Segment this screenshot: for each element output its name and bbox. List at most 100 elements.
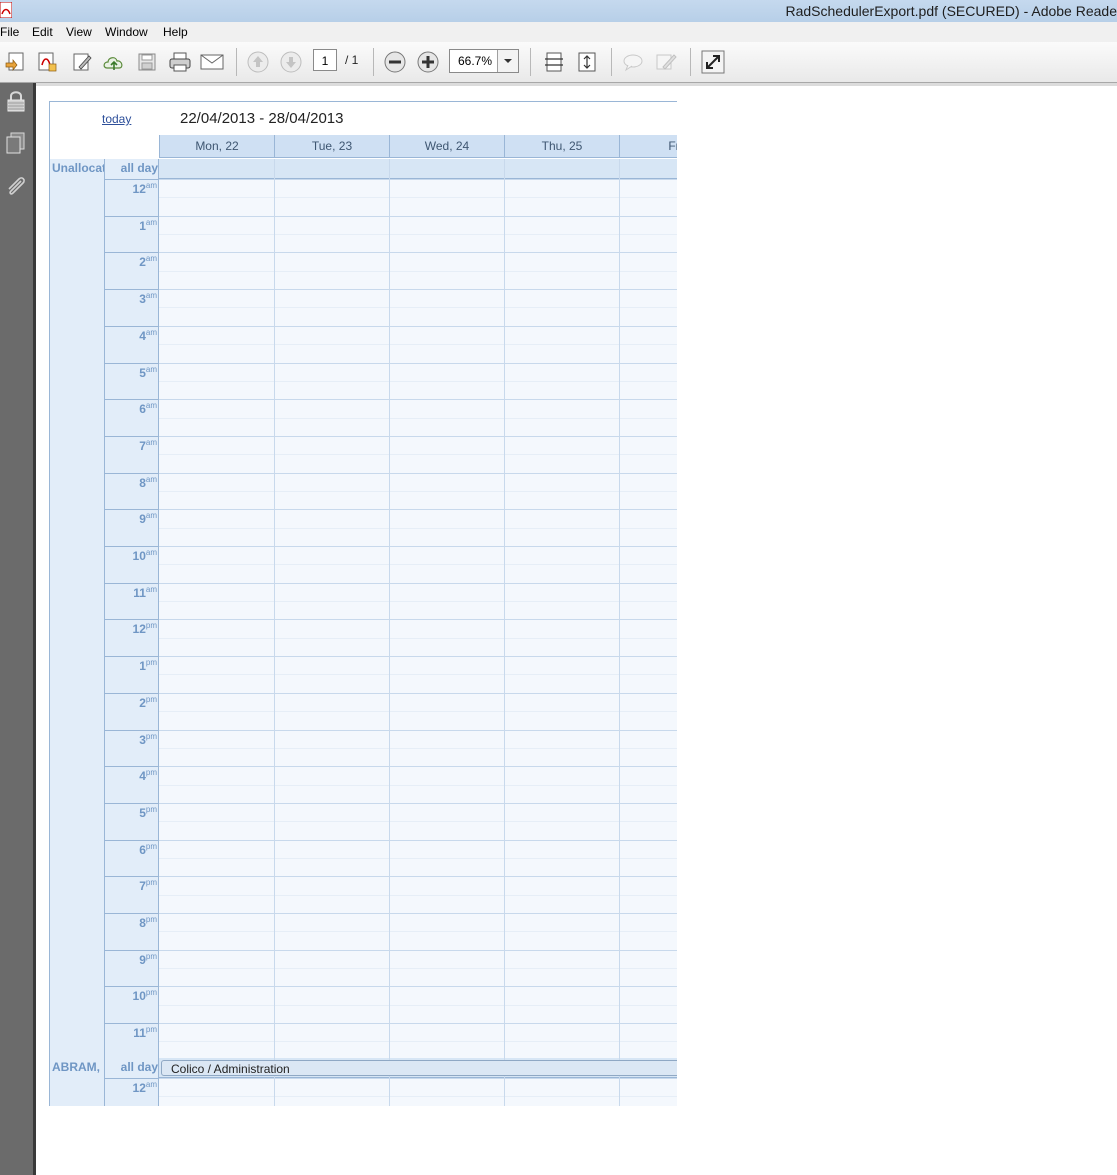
- day-header: Tue, 23: [274, 135, 389, 158]
- hour-divider: [105, 1078, 159, 1079]
- export-pdf-icon[interactable]: [35, 50, 59, 74]
- hour-divider: [105, 619, 159, 621]
- sign-icon[interactable]: [654, 50, 678, 74]
- resource-label: ABRAM, I: [52, 1060, 104, 1074]
- attachment-icon[interactable]: [4, 175, 28, 199]
- edit-icon[interactable]: [70, 50, 94, 74]
- hour-line: [159, 876, 677, 878]
- adobe-reader-icon: [0, 2, 12, 18]
- pages-icon[interactable]: [4, 131, 28, 155]
- hour-period: am: [145, 254, 157, 264]
- hour-divider: [105, 839, 159, 841]
- hour-label: 11am: [133, 584, 157, 600]
- menu-bar: File Edit View Window Help: [0, 22, 1117, 42]
- hour-label: 9pm: [139, 951, 157, 967]
- resource-column: [50, 159, 105, 1062]
- fit-page-icon[interactable]: [542, 50, 566, 74]
- half-hour-line: [159, 1041, 677, 1043]
- hour-line: [159, 839, 677, 841]
- toolbar-separator: [373, 48, 374, 76]
- hour-divider: [105, 472, 159, 474]
- document-top-border: [36, 83, 1117, 86]
- upload-icon[interactable]: [102, 50, 126, 74]
- zoom-in-icon[interactable]: [416, 50, 440, 74]
- menu-file[interactable]: File: [0, 25, 19, 39]
- hour-label: 8am: [139, 474, 157, 490]
- email-icon[interactable]: [200, 50, 224, 74]
- hour-label: 4pm: [139, 768, 157, 784]
- hour-divider: [105, 362, 159, 364]
- hour-divider: [105, 399, 159, 401]
- hour-label: 12am: [132, 1080, 157, 1095]
- hour-divider: [105, 509, 159, 511]
- hour-line: [159, 472, 677, 474]
- half-hour-line: [159, 490, 677, 492]
- zoom-dropdown-button[interactable]: [497, 50, 518, 72]
- half-hour-line: [159, 637, 677, 639]
- half-hour-line: [159, 307, 677, 309]
- hour-label: 5pm: [139, 804, 157, 820]
- next-page-icon[interactable]: [279, 50, 303, 74]
- menu-window[interactable]: Window: [105, 25, 148, 39]
- page-total: / 1: [345, 53, 359, 67]
- hour-period: pm: [145, 988, 157, 998]
- day-column-line: [504, 159, 505, 1062]
- hour-period: pm: [145, 878, 157, 888]
- zoom-select[interactable]: 66.7%: [449, 49, 519, 73]
- hour-line: [159, 913, 677, 914]
- hour-label: 6pm: [139, 841, 157, 857]
- resource-label: Unallocat: [52, 161, 104, 175]
- toolbar-separator: [530, 48, 531, 76]
- hour-period: am: [145, 401, 157, 411]
- hour-label: 1pm: [139, 658, 157, 674]
- day-header: Fri,: [619, 135, 677, 158]
- hour-line: [159, 435, 677, 437]
- hour-line: [159, 1023, 677, 1025]
- half-hour-line: [159, 931, 677, 933]
- menu-view[interactable]: View: [66, 25, 92, 39]
- menu-edit[interactable]: Edit: [32, 25, 53, 39]
- hour-line: [159, 362, 677, 364]
- day-column-line: [389, 159, 390, 1062]
- toolbar-separator: [611, 48, 612, 76]
- time-grid[interactable]: [159, 1078, 677, 1106]
- hour-divider: [105, 289, 159, 291]
- save-icon[interactable]: [135, 50, 159, 74]
- all-day-row[interactable]: [159, 159, 677, 179]
- hour-label: 9am: [139, 511, 157, 527]
- create-pdf-icon[interactable]: [3, 50, 27, 74]
- half-hour-line: [159, 454, 677, 456]
- hour-label: 12pm: [132, 621, 157, 637]
- hour-line: [159, 399, 677, 401]
- full-screen-icon[interactable]: [701, 50, 725, 74]
- half-hour-line: [159, 564, 677, 566]
- today-link[interactable]: today: [102, 112, 131, 126]
- hour-divider: [105, 986, 159, 988]
- event-colico-administration[interactable]: Colico / Administration: [161, 1060, 677, 1076]
- hour-period: am: [145, 548, 157, 557]
- previous-page-icon[interactable]: [246, 50, 270, 74]
- hour-label: 2am: [139, 254, 157, 270]
- menu-help[interactable]: Help: [163, 25, 188, 39]
- toolbar: 1 / 1 66.7%: [0, 42, 1117, 83]
- hour-line: [159, 619, 677, 621]
- zoom-out-icon[interactable]: [383, 50, 407, 74]
- lock-icon[interactable]: [4, 89, 28, 113]
- print-icon[interactable]: [168, 50, 192, 74]
- hour-divider: [105, 802, 159, 804]
- hour-line: [159, 986, 677, 988]
- hour-line: [159, 949, 677, 951]
- zoom-value: 66.7%: [458, 54, 493, 68]
- hour-period: am: [145, 291, 157, 301]
- page-number-input[interactable]: 1: [313, 49, 337, 71]
- comment-icon[interactable]: [621, 50, 645, 74]
- hour-divider: [105, 1023, 159, 1025]
- hour-divider: [105, 179, 159, 180]
- date-range: 22/04/2013 - 28/04/2013: [180, 110, 344, 127]
- hour-period: pm: [145, 841, 157, 851]
- hour-divider: [105, 546, 159, 547]
- fit-width-icon[interactable]: [575, 50, 599, 74]
- hour-label: 6am: [139, 401, 157, 417]
- half-hour-line: [159, 674, 677, 676]
- title-bar: RadSchedulerExport.pdf (SECURED) - Adobe…: [0, 0, 1117, 22]
